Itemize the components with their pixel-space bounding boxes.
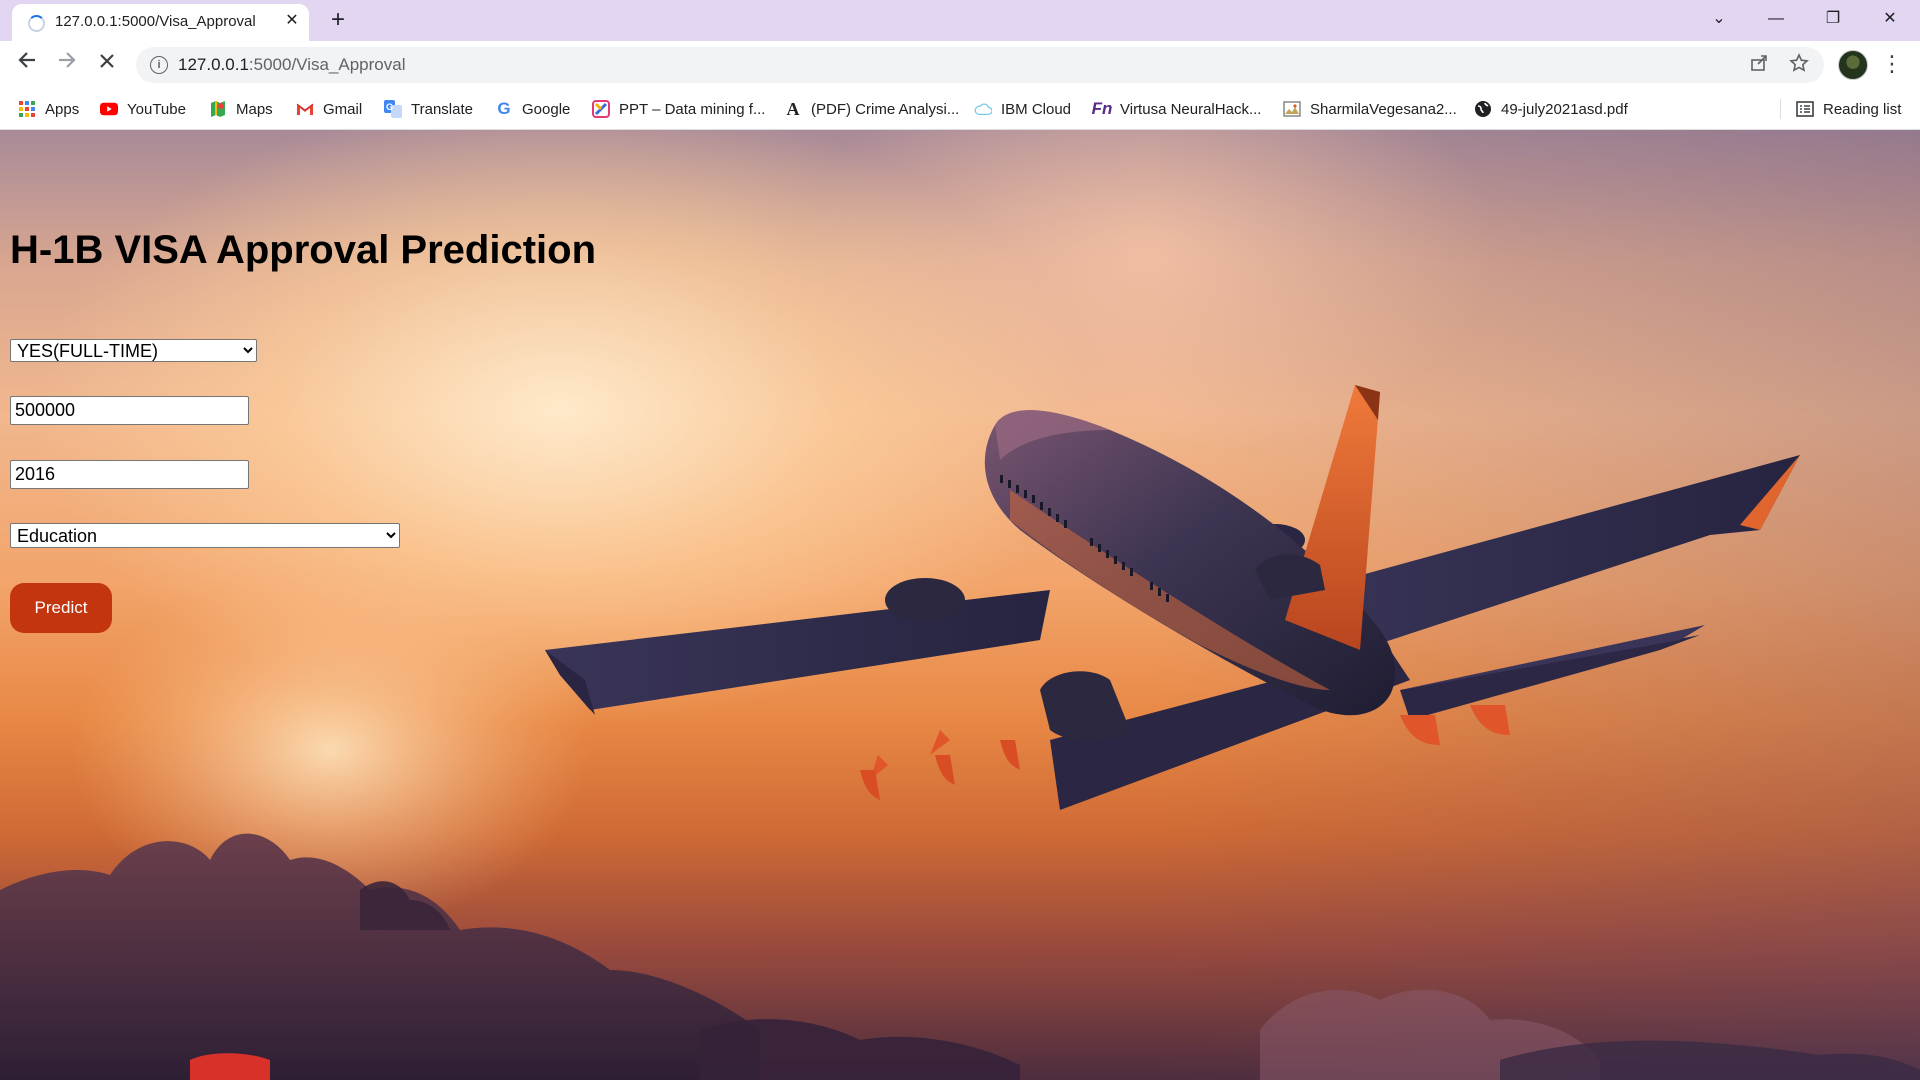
window-close-icon[interactable]: ✕ <box>1863 0 1917 38</box>
browser-menu-icon[interactable]: ⋮ <box>1880 49 1904 79</box>
restore-icon[interactable]: ❐ <box>1806 0 1860 38</box>
bookmark-label: (PDF) Crime Analysi... <box>811 100 960 118</box>
page-viewport: H-1B VISA Approval Prediction YES(FULL-T… <box>0 130 1920 1080</box>
url-host: 127.0.0.1 <box>178 55 249 74</box>
bookmark-label: Gmail <box>323 100 363 118</box>
bookmark-star-icon[interactable] <box>1786 53 1812 77</box>
url-path: :5000/Visa_Approval <box>248 55 406 74</box>
category-select[interactable]: Education <box>10 523 400 548</box>
bookmark-apps[interactable]: Apps <box>18 89 79 129</box>
reading-list-button[interactable]: Reading list <box>1796 89 1901 129</box>
back-icon[interactable] <box>12 49 42 79</box>
predict-button[interactable]: Predict <box>10 583 112 633</box>
tab-close-icon[interactable]: ✕ <box>282 11 302 31</box>
image-icon <box>1283 100 1301 118</box>
prevailing-wage-input[interactable] <box>10 396 249 425</box>
bookmarks-bar: Apps YouTube Maps Gmail G Translate G Go… <box>0 89 1920 130</box>
globe-icon <box>1474 100 1492 118</box>
virtusa-icon: Fn <box>1091 99 1113 118</box>
google-icon: G <box>497 99 511 118</box>
share-icon[interactable] <box>1746 53 1772 77</box>
bookmarks-separator <box>1780 99 1781 119</box>
bookmark-label: Apps <box>45 100 80 118</box>
reading-list-icon <box>1796 100 1814 118</box>
bookmark-ppt-data-mining[interactable]: PPT – Data mining f... <box>592 89 765 129</box>
bookmark-pdf-crime-analysis[interactable]: A (PDF) Crime Analysi... <box>784 89 960 129</box>
bookmark-youtube[interactable]: YouTube <box>100 89 186 129</box>
profile-avatar[interactable] <box>1838 50 1868 80</box>
stop-loading-icon[interactable] <box>92 49 122 79</box>
tab-title: 127.0.0.1:5000/Visa_Approval <box>55 13 256 30</box>
gmail-icon <box>296 100 314 118</box>
bookmark-label: Google <box>522 100 571 118</box>
bookmark-label: Virtusa NeuralHack... <box>1120 100 1262 118</box>
new-tab-icon[interactable]: + <box>325 8 351 34</box>
active-tab[interactable]: 127.0.0.1:5000/Visa_Approval ✕ <box>12 4 309 41</box>
maps-icon <box>209 100 227 118</box>
bookmark-label: YouTube <box>127 100 186 118</box>
site-info-icon[interactable]: i <box>150 56 168 74</box>
apps-grid-icon <box>18 100 36 118</box>
bookmark-49-july2021asd[interactable]: 49-july2021asd.pdf <box>1474 89 1628 129</box>
bookmark-label: PPT – Data mining f... <box>619 100 766 118</box>
bookmark-gmail[interactable]: Gmail <box>296 89 362 129</box>
url-text[interactable]: 127.0.0.1:5000/Visa_Approval <box>178 55 405 75</box>
reading-list-label: Reading list <box>1823 100 1902 118</box>
bookmark-google[interactable]: G Google <box>495 89 570 129</box>
bookmark-label: IBM Cloud <box>1001 100 1072 118</box>
forward-icon[interactable] <box>52 49 82 79</box>
translate-icon: G <box>384 100 402 118</box>
bookmark-virtusa-neuralhack[interactable]: Fn Virtusa NeuralHack... <box>1091 89 1262 129</box>
tab-search-icon[interactable]: ⌄ <box>1692 0 1746 38</box>
browser-toolbar: i 127.0.0.1:5000/Visa_Approval ⋮ <box>0 41 1920 89</box>
bookmark-label: Translate <box>411 100 473 118</box>
page-title: H-1B VISA Approval Prediction <box>10 228 597 272</box>
academia-icon: A <box>786 98 800 119</box>
bookmark-label: 49-july2021asd.pdf <box>1501 100 1628 118</box>
bookmark-maps[interactable]: Maps <box>209 89 273 129</box>
bookmark-ibm-cloud[interactable]: IBM Cloud <box>974 89 1071 129</box>
youtube-icon <box>100 100 118 118</box>
svg-text:G: G <box>386 102 393 112</box>
minimize-icon[interactable]: — <box>1749 0 1803 38</box>
bookmark-label: SharmilaVegesana2... <box>1310 100 1457 118</box>
bookmark-translate[interactable]: G Translate <box>384 89 473 129</box>
year-input[interactable] <box>10 460 249 489</box>
ppt-icon <box>592 100 610 118</box>
address-bar[interactable]: i 127.0.0.1:5000/Visa_Approval <box>136 47 1824 83</box>
bookmark-label: Maps <box>236 100 273 118</box>
full-time-select[interactable]: YES(FULL-TIME) <box>10 339 257 362</box>
tab-strip: 127.0.0.1:5000/Visa_Approval ✕ + ⌄ — ❐ ✕ <box>0 0 1920 41</box>
bookmark-sharmilavegesana[interactable]: SharmilaVegesana2... <box>1283 89 1457 129</box>
loading-spinner-icon <box>28 15 45 32</box>
cloud-icon <box>974 100 992 118</box>
